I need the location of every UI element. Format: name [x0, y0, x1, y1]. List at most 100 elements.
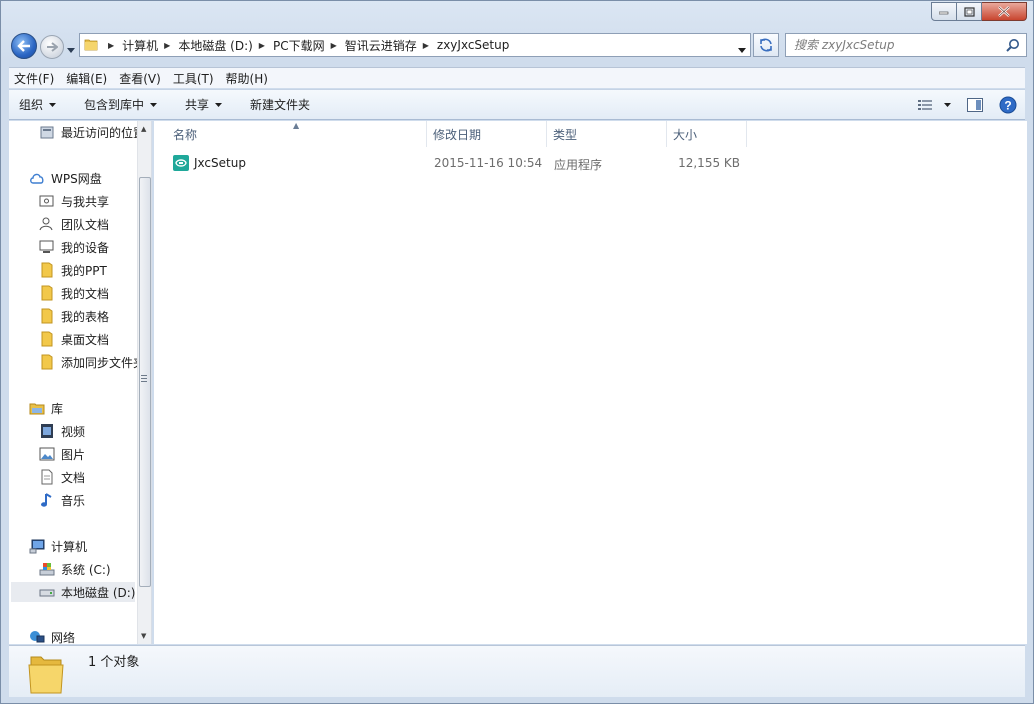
nav-my-docs[interactable]: 我的文档: [39, 283, 109, 303]
breadcrumb-separator-icon[interactable]: ▶: [164, 41, 170, 50]
nav-scrollbar[interactable]: ▲ ▼: [137, 121, 151, 644]
address-bar[interactable]: ▶ 计算机 ▶ 本地磁盘 (D:) ▶ PC下载网 ▶ 智讯云进销存 ▶ zxy…: [79, 33, 751, 57]
menu-bar: 文件(F) 编辑(E) 查看(V) 工具(T) 帮助(H): [9, 67, 1025, 88]
nav-label: WPS网盘: [51, 171, 102, 186]
nav-label: 我的表格: [61, 309, 110, 324]
breadcrumb-computer[interactable]: 计算机: [122, 37, 158, 54]
nav-add-sync-folder[interactable]: 添加同步文件夹: [39, 352, 145, 372]
search-box[interactable]: [785, 33, 1027, 57]
column-label: 名称: [173, 127, 198, 142]
nav-libraries[interactable]: 库: [29, 398, 63, 418]
nav-label: 本地磁盘 (D:): [61, 585, 136, 600]
include-library-button[interactable]: 包含到库中: [84, 96, 158, 113]
nav-documents[interactable]: 文档: [39, 467, 85, 487]
nav-shared-with-me[interactable]: 与我共享: [39, 191, 109, 211]
preview-pane-button[interactable]: [967, 98, 983, 112]
folder-icon: [39, 262, 55, 278]
maximize-button[interactable]: [957, 2, 982, 21]
nav-label: 我的设备: [61, 240, 110, 255]
details-pane: 1 个对象: [9, 645, 1025, 697]
breadcrumb-zhixun[interactable]: 智讯云进销存: [345, 37, 417, 54]
organize-button[interactable]: 组织: [19, 96, 57, 113]
nav-my-sheets[interactable]: 我的表格: [39, 306, 109, 326]
menu-help[interactable]: 帮助(H): [221, 70, 273, 87]
nav-my-devices[interactable]: 我的设备: [39, 237, 109, 257]
nav-network[interactable]: 网络: [29, 627, 75, 644]
folder-icon: [39, 285, 55, 301]
column-label: 大小: [673, 127, 698, 142]
nav-label: 桌面文档: [61, 332, 110, 347]
explorer-window: ▶ 计算机 ▶ 本地磁盘 (D:) ▶ PC下载网 ▶ 智讯云进销存 ▶ zxy…: [0, 0, 1034, 704]
breadcrumb-separator-icon[interactable]: ▶: [423, 41, 429, 50]
search-icon[interactable]: [1006, 38, 1020, 55]
menu-edit[interactable]: 编辑(E): [61, 70, 112, 87]
nav-music[interactable]: 音乐: [39, 490, 85, 510]
breadcrumb-separator-icon[interactable]: ▶: [259, 41, 265, 50]
nav-computer[interactable]: 计算机: [29, 536, 87, 556]
device-icon: [39, 239, 55, 255]
svg-text:?: ?: [1004, 99, 1011, 113]
setup-app-icon: [173, 155, 189, 174]
recent-pages-dropdown[interactable]: [67, 42, 75, 56]
address-history-dropdown[interactable]: [738, 42, 746, 56]
nav-label: 系统 (C:): [61, 562, 111, 577]
nav-my-ppt[interactable]: 我的PPT: [39, 260, 107, 280]
breadcrumb-pc-download[interactable]: PC下载网: [273, 37, 325, 54]
file-size: 12,155 KB: [678, 156, 740, 170]
nav-team-docs[interactable]: 团队文档: [39, 214, 109, 234]
refresh-button[interactable]: [753, 33, 779, 57]
breadcrumb-current[interactable]: zxyJxcSetup: [437, 38, 509, 52]
share-button[interactable]: 共享: [185, 96, 223, 113]
nav-drive-d[interactable]: 本地磁盘 (D:): [11, 582, 135, 602]
minimize-button[interactable]: [931, 2, 957, 21]
folder-icon: [84, 37, 98, 54]
nav-desktop-docs[interactable]: 桌面文档: [39, 329, 109, 349]
file-name[interactable]: JxcSetup: [194, 156, 246, 170]
scroll-grip-icon: [141, 375, 147, 384]
nav-label: 音乐: [61, 493, 86, 508]
nav-videos[interactable]: 视频: [39, 421, 85, 441]
chevron-down-icon: [150, 102, 158, 107]
breadcrumb-separator-icon[interactable]: ▶: [108, 41, 114, 50]
nav-pictures[interactable]: 图片: [39, 444, 85, 464]
forward-button[interactable]: [40, 35, 64, 59]
column-divider[interactable]: [746, 121, 747, 147]
network-icon: [29, 629, 45, 644]
chevron-down-icon: [67, 48, 75, 53]
change-view-button[interactable]: [918, 99, 951, 111]
back-button[interactable]: [11, 33, 37, 59]
scroll-down-icon[interactable]: ▼: [141, 632, 146, 640]
nav-recent-places[interactable]: 最近访问的位置: [39, 122, 145, 142]
nav-label: 我的PPT: [61, 263, 107, 278]
column-header-size[interactable]: 大小: [666, 121, 746, 147]
column-header-modified[interactable]: 修改日期: [426, 121, 546, 147]
breadcrumb-separator-icon[interactable]: ▶: [331, 41, 337, 50]
search-input[interactable]: [794, 38, 1004, 52]
file-list: ▲ 名称 修改日期 类型 大小 JxcSetup 2015-11-16 10:5…: [154, 121, 1027, 644]
nav-label: 最近访问的位置: [61, 125, 146, 140]
organize-label: 组织: [19, 98, 44, 112]
nav-label: 团队文档: [61, 217, 110, 232]
item-count: 1 个对象: [88, 655, 140, 670]
breadcrumb: ▶ 计算机 ▶ 本地磁盘 (D:) ▶ PC下载网 ▶ 智讯云进销存 ▶ zxy…: [102, 37, 509, 54]
new-folder-button[interactable]: 新建文件夹: [250, 96, 310, 113]
chevron-down-icon: [49, 102, 57, 107]
nav-wps-cloud[interactable]: WPS网盘: [29, 168, 102, 188]
help-button[interactable]: ?: [999, 96, 1017, 114]
nav-label: 计算机: [51, 539, 88, 554]
scroll-up-icon[interactable]: ▲: [141, 125, 146, 133]
caption-buttons: [931, 2, 1027, 21]
cloud-icon: [29, 170, 45, 186]
nav-drive-c[interactable]: 系统 (C:): [39, 559, 111, 579]
menu-tools[interactable]: 工具(T): [168, 70, 219, 87]
recent-places-icon: [39, 124, 55, 140]
close-button[interactable]: [982, 2, 1027, 21]
menu-view[interactable]: 查看(V): [114, 70, 166, 87]
view-details-icon: [918, 100, 932, 110]
menu-file[interactable]: 文件(F): [9, 70, 59, 87]
breadcrumb-drive-d[interactable]: 本地磁盘 (D:): [178, 37, 252, 54]
column-header-type[interactable]: 类型: [546, 121, 666, 147]
file-modified: 2015-11-16 10:54: [434, 156, 543, 170]
file-row[interactable]: JxcSetup 2015-11-16 10:54 应用程序 12,155 KB: [154, 154, 754, 174]
column-header-name[interactable]: 名称: [166, 121, 426, 147]
